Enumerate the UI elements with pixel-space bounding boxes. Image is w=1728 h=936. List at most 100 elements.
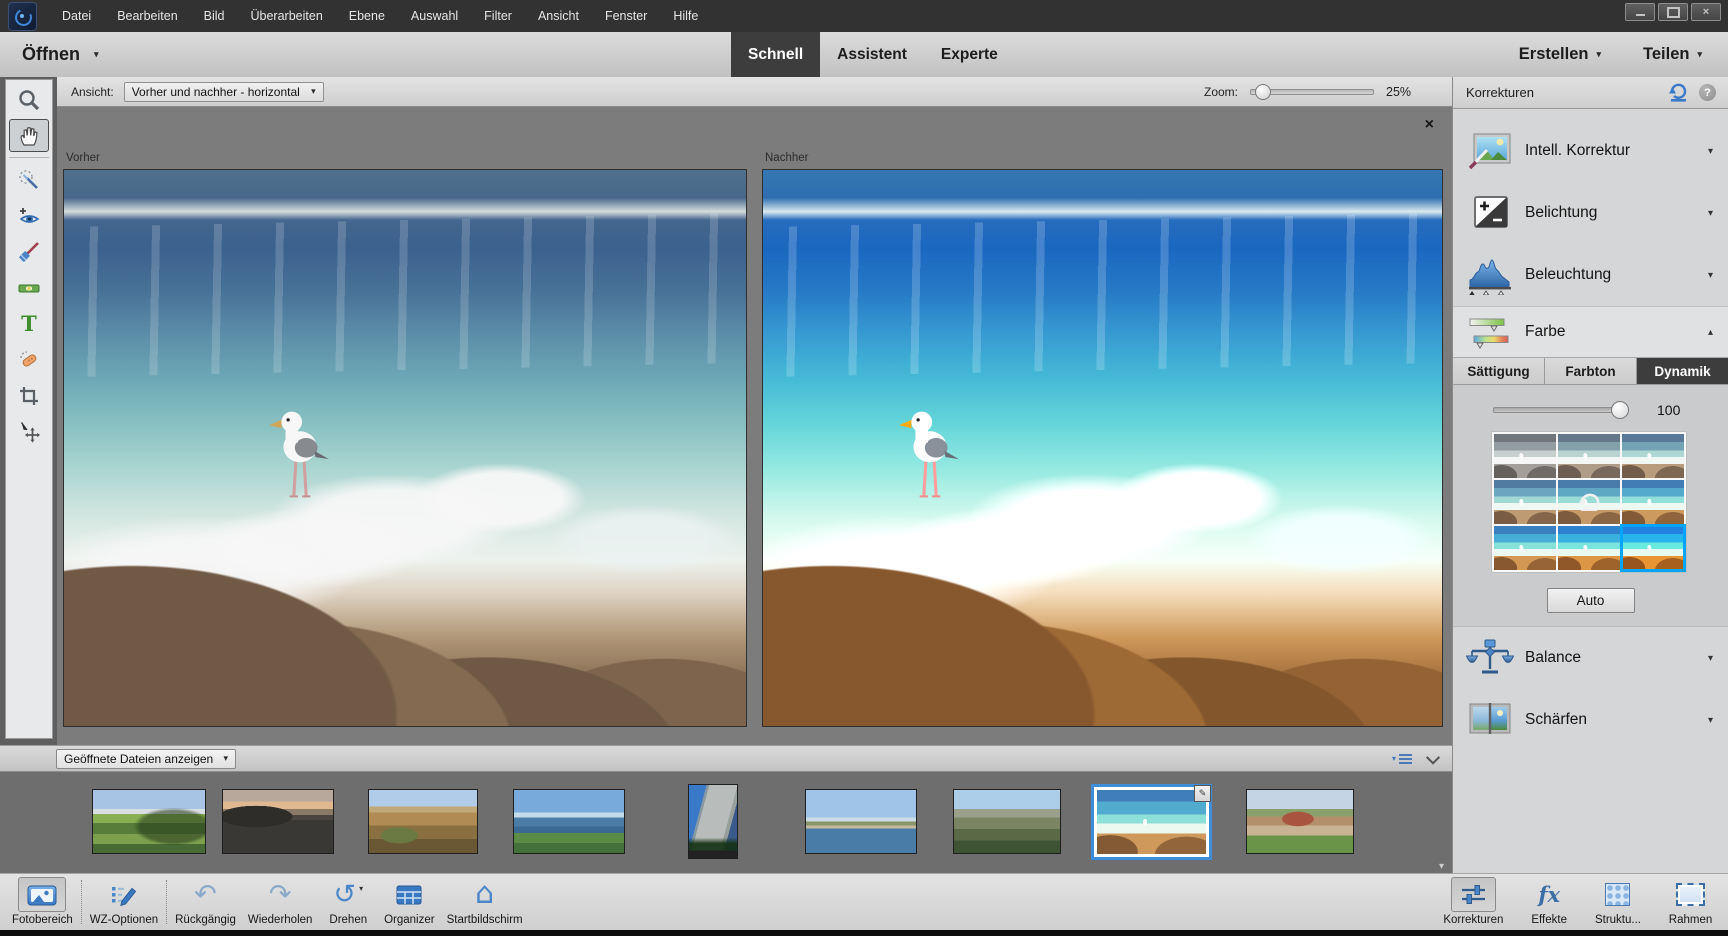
bin-thumbnail-lake-hills[interactable] <box>513 789 625 854</box>
maximize-button[interactable] <box>1658 3 1688 21</box>
mode-tabs: Schnell Assistent Experte <box>731 32 1015 77</box>
minimize-button[interactable] <box>1625 3 1655 21</box>
maximize-icon <box>1667 7 1680 18</box>
taskbar-wiederholen[interactable]: ↷ Wiederholen <box>242 874 319 930</box>
chevron-down-icon: ▾ <box>94 49 99 60</box>
taskbar-drehen[interactable]: ↺ ▾ Drehen <box>318 874 378 930</box>
bin-filter-dropdown[interactable]: Geöffnete Dateien anzeigen ▾ <box>56 749 236 769</box>
crop-tool[interactable] <box>9 379 49 412</box>
taskbar-startbildschirm[interactable]: ⌂ Startbildschirm <box>441 874 529 930</box>
preview-cell-8[interactable] <box>1558 526 1620 570</box>
tab-schnell[interactable]: Schnell <box>731 32 820 77</box>
panel-body: Intell. Korrektur ▾ Belichtung ▾ <box>1453 109 1728 751</box>
before-image: Vorher <box>63 169 747 727</box>
preview-cell-2[interactable] <box>1558 434 1620 478</box>
tab-experte[interactable]: Experte <box>924 32 1015 77</box>
help-icon[interactable]: ? <box>1699 84 1716 101</box>
slider-value: 100 <box>1657 402 1680 418</box>
bin-thumbnail-mountain[interactable] <box>953 789 1061 854</box>
section-intell-korrektur[interactable]: Intell. Korrektur ▾ <box>1453 120 1728 182</box>
preview-cell-selected[interactable] <box>1622 526 1684 570</box>
red-eye-removal-tool[interactable] <box>9 199 49 232</box>
preview-cell-7[interactable] <box>1494 526 1556 570</box>
menu-bild[interactable]: Bild <box>191 0 238 32</box>
bin-view-menu-icon[interactable]: ▾ <box>1392 754 1412 764</box>
section-schaerfen[interactable]: Schärfen ▾ <box>1453 689 1728 751</box>
taskbar-fotobereich[interactable]: Fotobereich <box>6 874 79 930</box>
bin-resize-chevron-icon[interactable]: ▾ <box>1439 861 1444 872</box>
taskbar-label: Effekte <box>1531 914 1567 926</box>
menu-ebene[interactable]: Ebene <box>336 0 398 32</box>
frames-icon <box>1676 883 1705 906</box>
teilen-button[interactable]: Teilen ▾ <box>1643 45 1702 64</box>
zoom-control: Zoom: 25% <box>1204 85 1416 99</box>
tab-assistent[interactable]: Assistent <box>820 32 924 77</box>
spot-healing-brush-tool[interactable] <box>9 343 49 376</box>
hand-tool[interactable] <box>9 119 49 152</box>
section-balance[interactable]: Balance ▾ <box>1453 627 1728 689</box>
bin-collapse-icon[interactable] <box>1426 750 1440 764</box>
tab-saettigung[interactable]: Sättigung <box>1453 358 1545 384</box>
taskbar-label: Organizer <box>384 914 435 926</box>
adjustments-panel: Korrekturen ? <box>1452 77 1728 873</box>
preview-cell-4[interactable] <box>1494 480 1556 524</box>
menu-datei[interactable]: Datei <box>49 0 104 32</box>
menu-ansicht[interactable]: Ansicht <box>525 0 592 32</box>
organizer-icon <box>387 877 431 912</box>
menu-fenster[interactable]: Fenster <box>592 0 660 32</box>
erstellen-button[interactable]: Erstellen ▾ <box>1519 45 1601 64</box>
preview-cell-1[interactable] <box>1494 434 1556 478</box>
open-button[interactable]: Öffnen ▾ <box>22 32 99 77</box>
dynamik-slider[interactable] <box>1493 407 1627 413</box>
taskbar-effekte[interactable]: fx Effekte <box>1523 874 1575 930</box>
view-mode-dropdown[interactable]: Vorher und nachher - horizontal ▾ <box>124 82 324 102</box>
bin-thumbnail-green-hills[interactable] <box>92 789 206 854</box>
preview-cell-3[interactable] <box>1622 434 1684 478</box>
taskbar-rahmen[interactable]: Rahmen <box>1661 874 1720 930</box>
bin-thumbnail-autumn-field[interactable] <box>368 789 478 854</box>
zoom-percent: 25% <box>1386 85 1416 99</box>
bin-thumbnail-island[interactable] <box>805 789 917 854</box>
textures-icon <box>1605 883 1630 906</box>
menu-hilfe[interactable]: Hilfe <box>660 0 711 32</box>
taskbar-wz-optionen[interactable]: WZ-Optionen <box>84 874 164 930</box>
bin-thumbnail-dark-lake[interactable] <box>222 789 334 854</box>
section-beleuchtung[interactable]: Beleuchtung ▾ <box>1453 244 1728 306</box>
taskbar-label: Drehen <box>329 914 367 926</box>
slider-knob[interactable] <box>1611 401 1629 419</box>
type-tool[interactable]: T <box>9 307 49 340</box>
bin-thumbnail-seagull-selected[interactable]: ✎ <box>1091 784 1212 860</box>
move-tool[interactable] <box>9 415 49 448</box>
taskbar-strukturen[interactable]: Struktu... <box>1589 874 1647 930</box>
chevron-down-icon: ▾ <box>1708 270 1713 281</box>
preview-cell-current[interactable] <box>1558 480 1620 524</box>
tab-farbton[interactable]: Farbton <box>1545 358 1637 384</box>
quick-selection-tool[interactable] <box>9 163 49 196</box>
tab-dynamik[interactable]: Dynamik <box>1637 358 1728 384</box>
section-farbe[interactable]: Farbe ▴ <box>1453 306 1728 357</box>
zoom-slider-knob[interactable] <box>1255 84 1271 100</box>
section-belichtung[interactable]: Belichtung ▾ <box>1453 182 1728 244</box>
auto-button[interactable]: Auto <box>1547 588 1635 613</box>
menu-bearbeiten[interactable]: Bearbeiten <box>104 0 190 32</box>
close-button[interactable]: × <box>1691 3 1721 21</box>
menu-auswahl[interactable]: Auswahl <box>398 0 471 32</box>
taskbar-korrekturen[interactable]: Korrekturen <box>1437 874 1509 930</box>
close-view-icon[interactable]: × <box>1425 117 1434 133</box>
exposure-icon <box>1465 193 1515 233</box>
preview-cell-6[interactable] <box>1622 480 1684 524</box>
reset-icon[interactable] <box>1667 82 1690 103</box>
bin-thumbnail-cliff[interactable] <box>688 784 738 859</box>
menu-ueberarbeiten[interactable]: Überarbeiten <box>238 0 336 32</box>
taskbar-organizer[interactable]: Organizer <box>378 874 441 930</box>
home-icon: ⌂ <box>475 879 494 909</box>
bin-thumbnail-church[interactable] <box>1246 789 1354 854</box>
zoom-slider[interactable] <box>1250 89 1374 95</box>
taskbar-rueckgaengig[interactable]: ↶ Rückgängig <box>169 874 242 930</box>
zoom-tool[interactable] <box>9 83 49 116</box>
straighten-tool[interactable] <box>9 271 49 304</box>
menu-filter[interactable]: Filter <box>471 0 525 32</box>
taskbar-label: Rückgängig <box>175 914 236 926</box>
photoshop-elements-window: Datei Bearbeiten Bild Überarbeiten Ebene… <box>0 0 1728 936</box>
whiten-teeth-tool[interactable] <box>9 235 49 268</box>
